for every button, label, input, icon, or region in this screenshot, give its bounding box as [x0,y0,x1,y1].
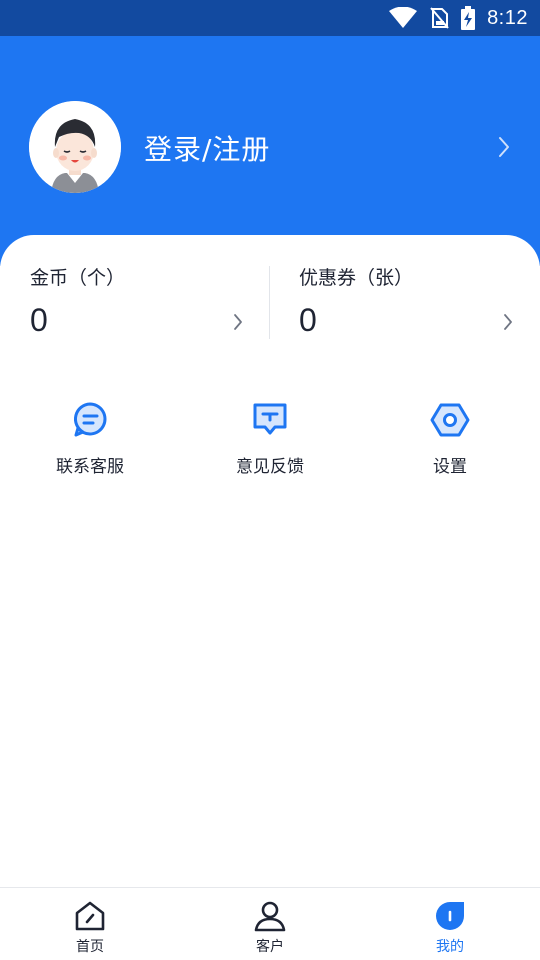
settings-label: 设置 [433,457,467,477]
login-register-link[interactable]: 登录/注册 [144,128,270,168]
chevron-right-icon [234,314,242,330]
stats-divider [269,266,270,339]
feedback-button[interactable]: 意见反馈 [180,400,360,480]
settings-button[interactable]: 设置 [360,400,540,480]
chat-icon [73,402,107,437]
battery-charging-icon [461,6,476,30]
user-avatar-icon [29,101,121,193]
bottom-nav: 首页 客户 我的 [0,887,540,960]
wifi-icon [389,7,418,28]
nav-item-home[interactable]: 首页 [0,888,180,960]
avatar[interactable] [29,101,121,193]
customer-icon [254,901,286,932]
feedback-label: 意见反馈 [236,457,304,477]
nav-item-customers[interactable]: 客户 [180,888,360,960]
status-bar: 8:12 [0,0,540,36]
no-sim-icon [430,7,449,29]
settings-icon [430,403,470,437]
contact-service-label: 联系客服 [56,457,124,477]
profile-header[interactable]: 登录/注册 [0,36,540,266]
chevron-right-icon [504,314,512,330]
feedback-icon [253,403,287,435]
chevron-right-icon[interactable] [496,136,512,158]
status-time: 8:12 [487,6,528,29]
quick-actions: 联系客服 意见反馈 设置 [0,400,540,480]
coupons-label: 优惠券（张） [299,267,414,289]
coins-label: 金币（个） [30,267,126,289]
contact-service-button[interactable]: 联系客服 [0,400,180,480]
content-card: 金币（个） 0 优惠券（张） 0 联系客服 意见反馈 设置 [0,235,540,887]
coins-stat[interactable]: 金币（个） 0 [30,263,280,343]
nav-item-mine[interactable]: 我的 [360,888,540,960]
coupons-stat[interactable]: 优惠券（张） 0 [299,263,540,343]
home-icon [75,901,105,931]
nav-label-mine: 我的 [436,939,464,955]
nav-label-home: 首页 [76,939,104,955]
nav-label-customers: 客户 [256,939,284,955]
mine-icon [436,902,464,930]
